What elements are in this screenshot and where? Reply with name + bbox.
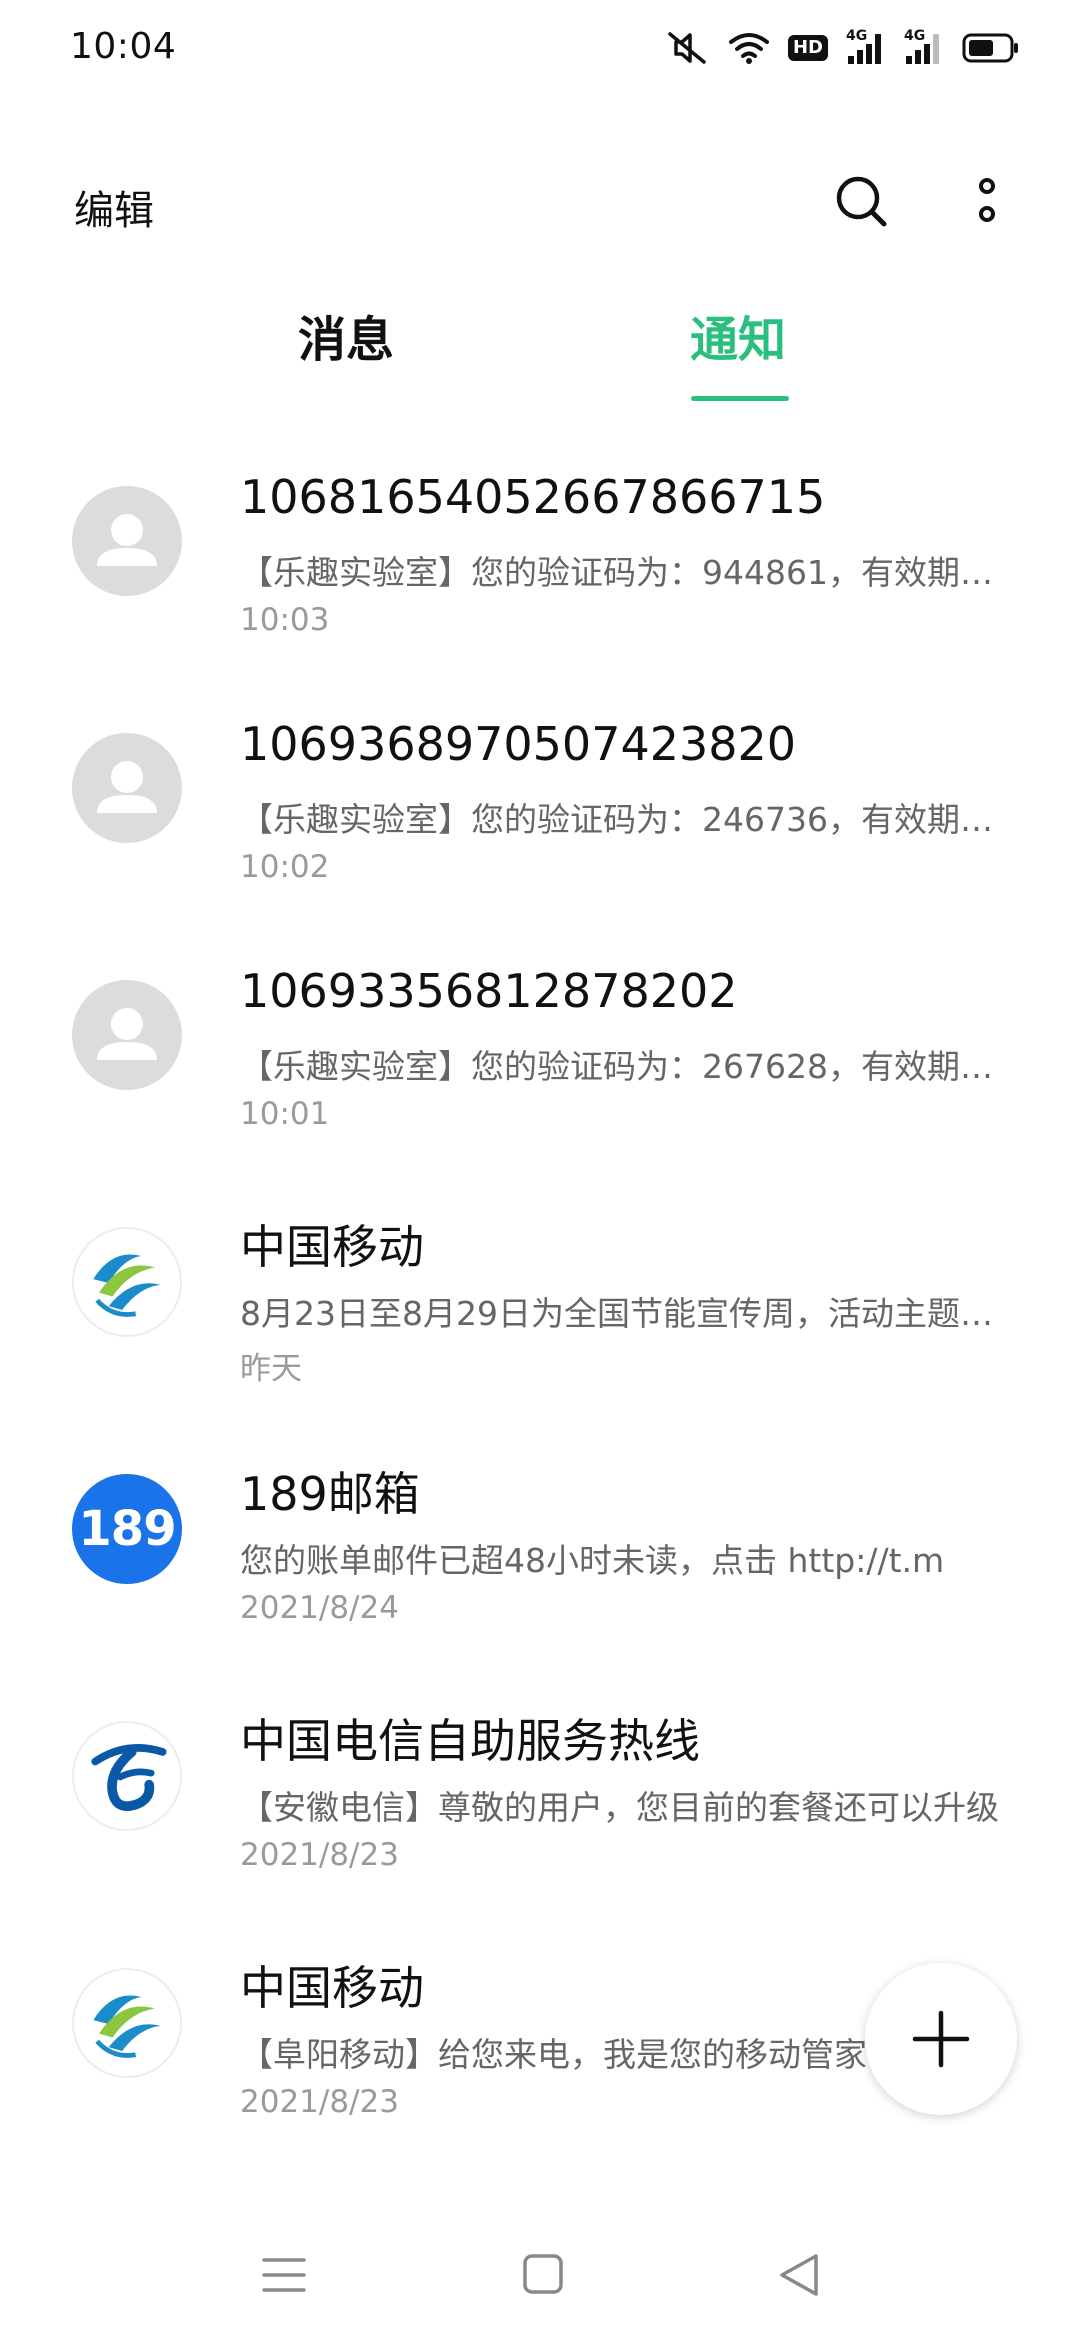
status-bar: 10:04 HD 4G 4G [0,0,1080,96]
message-preview: 【安徽电信】尊敬的用户，您目前的套餐还可以升级 [240,1788,999,1827]
tab-messages[interactable]: 消息 [298,300,394,400]
message-preview: 8月23日至8月29日为全国节能宣传周，活动主题为节能降碳 [240,1294,1010,1333]
plus-icon [912,2010,970,2068]
message-preview: 【乐趣实验室】您的验证码为：246736，有效期5分钟 [240,800,1010,839]
avatar [72,733,182,843]
message-time: 2021/8/24 [240,1590,399,1626]
avatar [72,1721,182,1831]
app-header: 编辑 [0,150,1080,250]
list-item[interactable]: 10681654052667866715 【乐趣实验室】您的验证码为：94486… [0,440,1080,687]
message-preview: 【乐趣实验室】您的验证码为：944861，有效期5分钟 [240,553,1010,592]
avatar [72,1227,182,1337]
status-icons: HD 4G 4G [664,28,1020,68]
home-square-icon [523,2254,563,2294]
sender-name: 10693356812878202 [240,964,738,1018]
avatar: 189 [72,1474,182,1584]
list-item[interactable]: 中国移动 8月23日至8月29日为全国节能宣传周，活动主题为节能降碳 昨天 [0,1181,1080,1428]
message-time: 10:02 [240,849,330,885]
189-mail-logo-icon: 189 [78,1501,176,1557]
sender-name: 1069368970507423820 [240,717,797,771]
recent-apps-button[interactable] [254,2250,314,2300]
new-message-button[interactable] [865,1963,1017,2115]
message-time: 10:01 [240,1096,330,1132]
avatar [72,980,182,1090]
china-mobile-logo-icon [93,1254,161,1317]
search-icon [836,176,887,227]
menu-icon [262,2258,306,2292]
status-time: 10:04 [70,26,177,67]
home-button[interactable] [513,2250,573,2300]
message-preview: 您的账单邮件已超48小时未读，点击 http://t.m [240,1541,945,1580]
message-time: 昨天 [240,1351,302,1387]
person-icon [97,1008,157,1060]
tab-bar: 消息 通知 [0,300,1080,410]
list-item[interactable]: 189 189邮箱 您的账单邮件已超48小时未读，点击 http://t.m 2… [0,1428,1080,1675]
search-button[interactable] [830,170,894,234]
hd-icon: HD [787,35,828,61]
system-nav-bar [0,2210,1080,2340]
sender-name: 中国电信自助服务热线 [240,1714,700,1768]
sender-name: 中国移动 [240,1220,424,1274]
china-telecom-logo-icon [91,1743,167,1811]
avatar [72,1968,182,2078]
china-mobile-logo-icon [93,1995,161,2058]
message-time: 2021/8/23 [240,2084,399,2120]
list-item[interactable]: 中国电信自助服务热线 【安徽电信】尊敬的用户，您目前的套餐还可以升级 2021/… [0,1675,1080,1922]
mute-icon [664,30,710,66]
message-time: 10:03 [240,602,330,638]
back-button[interactable] [770,2250,830,2300]
message-preview: 【乐趣实验室】您的验证码为：267628，有效期5分钟 [240,1047,1010,1086]
sender-name: 平安说球 [240,2199,424,2210]
wifi-icon [728,31,770,65]
sender-name: 189邮箱 [240,1467,420,1521]
signal-icon: 4G [846,28,886,66]
edit-button[interactable]: 编辑 [74,178,154,236]
avatar [72,486,182,596]
sender-name: 中国移动 [240,1961,424,2015]
more-vertical-icon [979,178,995,222]
list-item[interactable]: 平安说球 [0,2169,1080,2210]
more-options-button[interactable] [962,170,1012,234]
message-time: 2021/8/23 [240,1837,399,1873]
back-triangle-icon [780,2254,818,2296]
person-icon [97,514,157,566]
tab-notifications[interactable]: 通知 [690,300,786,400]
signal-icon: 4G [904,28,944,66]
list-item[interactable]: 10693356812878202 【乐趣实验室】您的验证码为：267628，有… [0,934,1080,1181]
list-item[interactable]: 1069368970507423820 【乐趣实验室】您的验证码为：246736… [0,687,1080,934]
person-icon [97,761,157,813]
notification-list[interactable]: 10681654052667866715 【乐趣实验室】您的验证码为：94486… [0,440,1080,2210]
tab-active-indicator [691,396,789,401]
sender-name: 10681654052667866715 [240,470,826,524]
battery-icon [962,32,1020,64]
